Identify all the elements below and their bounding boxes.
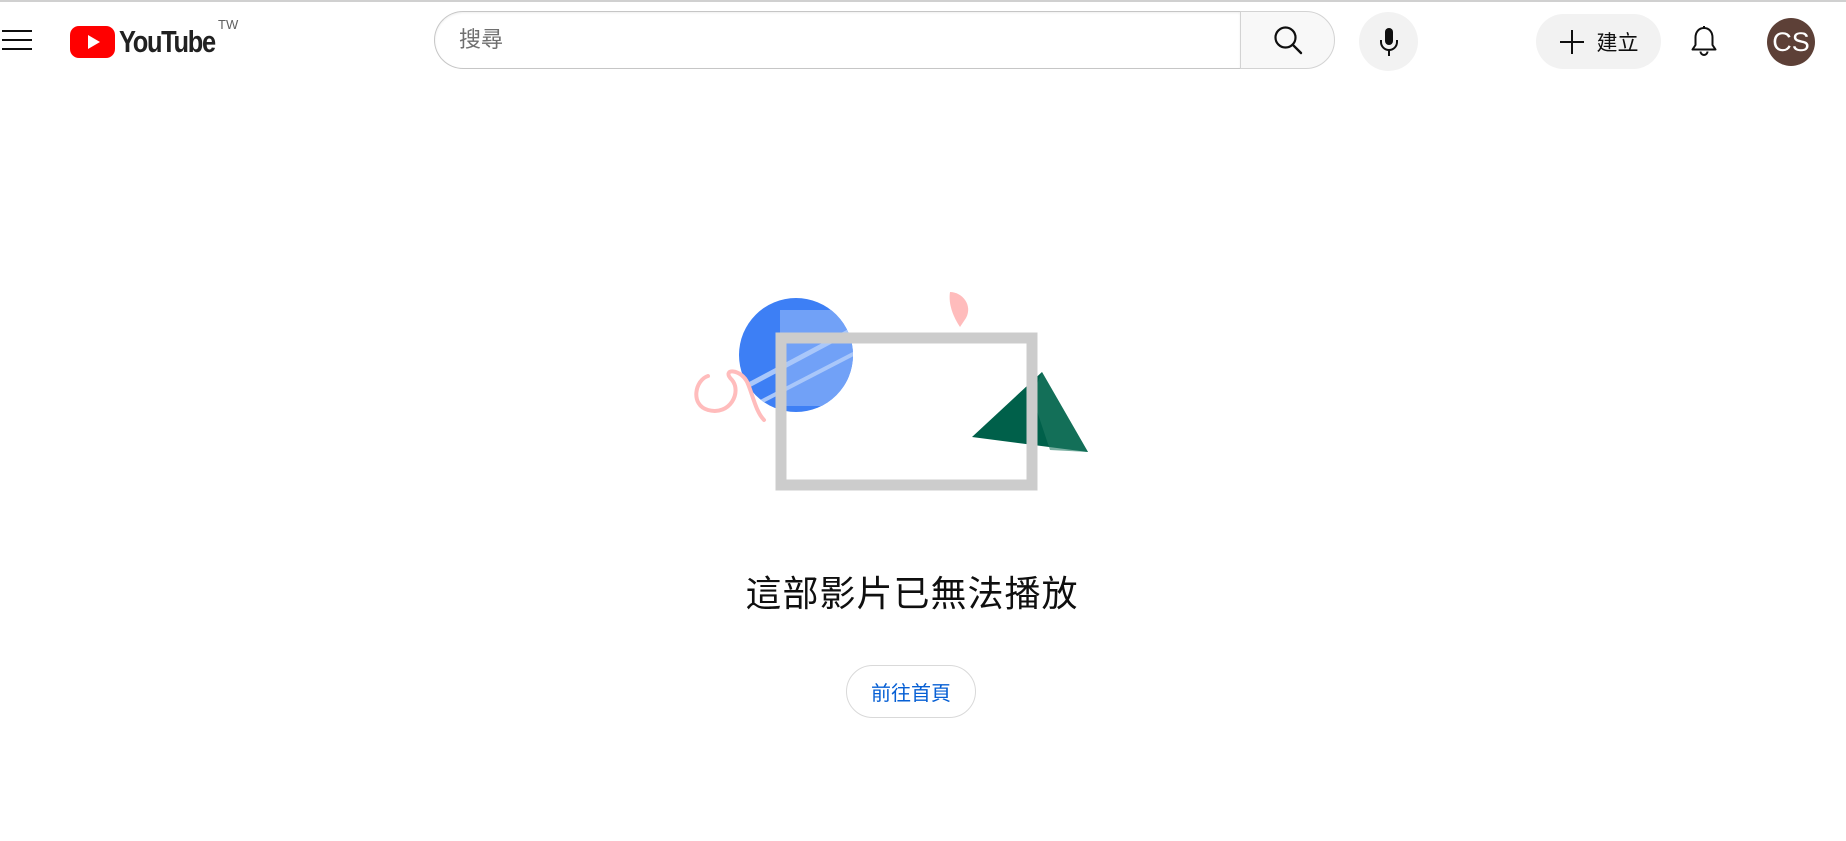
youtube-logo[interactable]: YouTube: [70, 26, 236, 58]
plus-icon: [1559, 29, 1584, 54]
video-unavailable-illustration: [694, 292, 1088, 491]
voice-search-button[interactable]: [1359, 12, 1418, 71]
unavailable-message: 這部影片已無法播放: [745, 574, 1079, 615]
logo-wordmark: YouTube: [119, 24, 216, 59]
microphone-icon: [1379, 27, 1398, 56]
go-home-button[interactable]: 前往首頁: [846, 665, 976, 718]
search-button[interactable]: [1240, 11, 1335, 69]
create-label: 建立: [1596, 30, 1639, 55]
notifications-button[interactable]: [1682, 16, 1726, 66]
magnifier-icon: [1273, 26, 1302, 55]
masthead: YouTube TW 建立 CS: [0, 2, 1846, 78]
search-box: [434, 11, 1335, 69]
guide-menu-button[interactable]: [0, 22, 34, 58]
youtube-play-icon: [70, 26, 115, 58]
create-button[interactable]: 建立: [1536, 14, 1661, 69]
account-avatar[interactable]: CS: [1767, 18, 1815, 66]
search-input[interactable]: [434, 11, 1240, 69]
country-code: TW: [218, 17, 239, 32]
bell-icon: [1691, 26, 1717, 56]
hamburger-menu-icon: [2, 30, 32, 50]
